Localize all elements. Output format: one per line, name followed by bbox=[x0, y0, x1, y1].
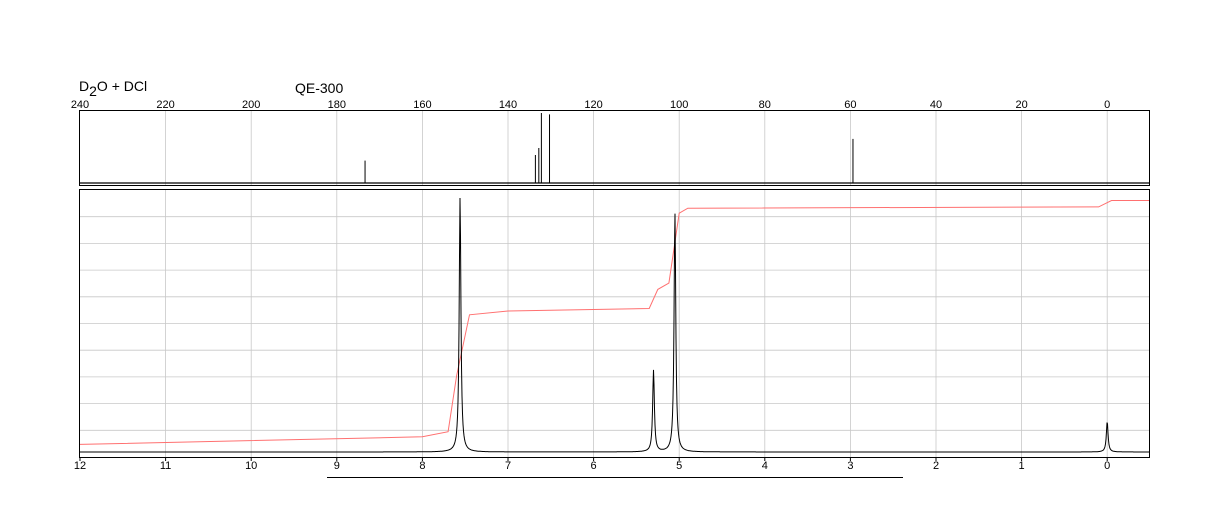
h1-tick-label: 9 bbox=[334, 460, 340, 472]
c13-plot-frame bbox=[79, 110, 1150, 186]
h1-tick-label: 11 bbox=[160, 460, 171, 472]
h1-tick-label: 12 bbox=[74, 460, 86, 472]
c13-spectrum-trace bbox=[80, 113, 1150, 184]
c13-tick-label: 80 bbox=[759, 99, 771, 111]
h1-tick-label: 2 bbox=[933, 460, 939, 472]
h1-integral-line bbox=[79, 200, 1150, 445]
c13-tick-label: 240 bbox=[71, 99, 89, 111]
c13-tick-label: 120 bbox=[584, 99, 602, 111]
c13-tick-label: 0 bbox=[1104, 99, 1110, 111]
h1-spectrum-trace bbox=[80, 197, 1150, 453]
c13-tick-label: 140 bbox=[499, 99, 517, 111]
c13-tick-label: 180 bbox=[328, 99, 346, 111]
solvent-subscript: 2 bbox=[89, 83, 97, 99]
instrument-label: QE-300 bbox=[295, 80, 343, 96]
h1-tick-label: 4 bbox=[762, 460, 768, 472]
h1-tick-label: 5 bbox=[676, 460, 682, 472]
c13-tick-labels: 240 220 200 180 160 140 120 100 80 60 40 20 0 bbox=[71, 99, 1110, 111]
h1-tick-labels: 12 11 10 9 8 7 6 5 4 3 2 1 0 bbox=[74, 460, 1110, 472]
h1-tick-label: 10 bbox=[245, 460, 257, 472]
solvent-label: D2O + DCl bbox=[79, 78, 147, 99]
c13-tick-label: 220 bbox=[156, 99, 174, 111]
h1-integral-curve bbox=[79, 200, 1150, 445]
h1-tick-label: 8 bbox=[419, 460, 425, 472]
c13-tick-label: 60 bbox=[844, 99, 856, 111]
h1-tick-label: 6 bbox=[591, 460, 597, 472]
nmr-spectra-figure: D2O + DCl QE-300 240 220 200 180 160 140 120 10… bbox=[71, 78, 1150, 478]
h1-tick-label: 1 bbox=[1019, 460, 1025, 472]
h1-tick-label: 7 bbox=[505, 460, 511, 472]
h1-tick-label: 3 bbox=[847, 460, 853, 472]
h1-spectrum-line bbox=[80, 197, 1150, 453]
c13-tick-label: 20 bbox=[1015, 99, 1027, 111]
c13-tick-label: 200 bbox=[242, 99, 260, 111]
h1-gridlines bbox=[79, 190, 1150, 461]
c13-tick-label: 160 bbox=[413, 99, 431, 111]
c13-tick-label: 100 bbox=[670, 99, 688, 111]
h1-tick-label: 0 bbox=[1104, 460, 1110, 472]
c13-tick-label: 40 bbox=[930, 99, 942, 111]
c13-gridlines bbox=[165, 111, 1108, 185]
